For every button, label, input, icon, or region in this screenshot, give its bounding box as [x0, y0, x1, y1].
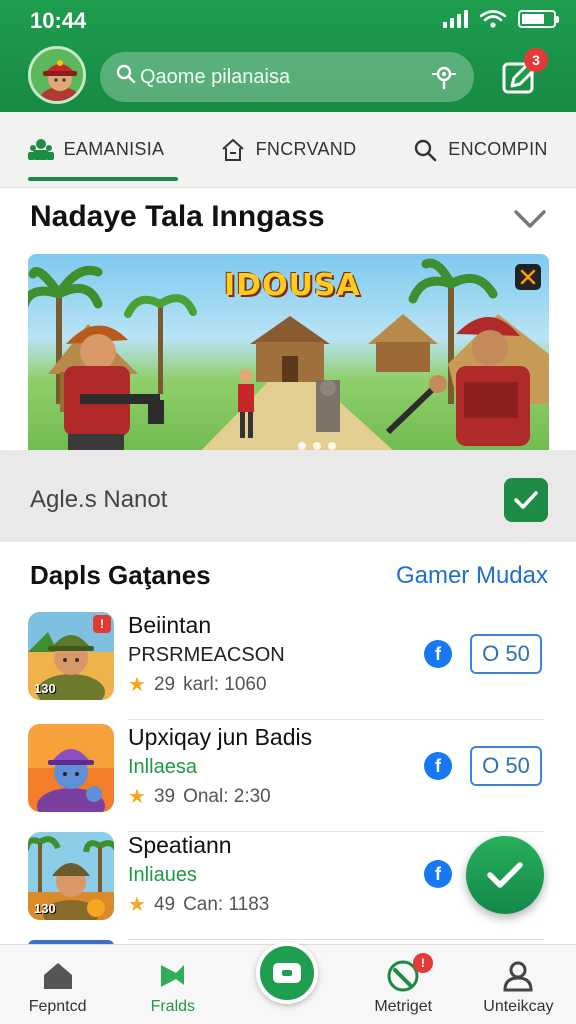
- check-icon: [487, 862, 523, 888]
- star-icon: ★: [128, 894, 146, 916]
- nav-label: Fralds: [150, 998, 196, 1015]
- status-bar: 10:44: [0, 0, 576, 40]
- game-rating: 49: [153, 893, 176, 915]
- tab-bar: EAMANISIA FNCRVAND ENCOMPIN: [0, 112, 576, 188]
- tab-fncrvand[interactable]: FNCRVAND: [192, 112, 384, 187]
- featured-card[interactable]: IDOUSA Agle.s Nanot: [0, 254, 576, 542]
- house-icon: [221, 138, 244, 161]
- game-name: Speatiann: [128, 832, 232, 858]
- game-meta: ★ 39 Onal: 2:30: [128, 784, 271, 809]
- people-icon: [27, 138, 54, 160]
- nav-badge: !: [412, 953, 433, 973]
- status-icons: [443, 10, 559, 28]
- search-icon: [116, 64, 136, 90]
- game-name: Beiintan: [128, 612, 212, 638]
- tab-label: EAMANISIA: [63, 139, 165, 159]
- list-title: Dapls Gaţanes: [30, 560, 211, 590]
- game-subtitle: Inliaues: [128, 864, 197, 886]
- facebook-icon[interactable]: f: [424, 640, 452, 668]
- game-meta: ★ 49 Can: 1183: [128, 892, 269, 917]
- game-thumbnail: [28, 724, 114, 812]
- flag-icon: [160, 965, 184, 989]
- divider: [128, 719, 544, 720]
- compose-button[interactable]: 3: [498, 48, 548, 100]
- confirm-button[interactable]: [504, 478, 548, 522]
- user-icon: [503, 961, 533, 992]
- game-thumbnail: ! 130: [28, 612, 114, 700]
- game-subtitle: Inllaesa: [128, 756, 197, 778]
- tab-label: ENCOMPIN: [448, 139, 548, 159]
- game-name: Upxiqay jun Badis: [128, 724, 313, 750]
- thumbnail-badge: !: [93, 615, 111, 633]
- home-icon: [43, 963, 72, 989]
- search-icon: [415, 139, 437, 161]
- thumbnail-level: 130: [34, 681, 56, 696]
- floating-action-button[interactable]: [466, 836, 544, 914]
- nav-item-unteikcay[interactable]: Unteikcay: [461, 945, 576, 1024]
- game-stat: Onal: 2:30: [183, 785, 271, 807]
- chevron-down-icon[interactable]: [512, 206, 548, 232]
- notification-badge: 3: [524, 48, 548, 72]
- nav-label: Metriget: [374, 998, 433, 1015]
- banner-logo: IDOUSA: [224, 268, 361, 303]
- app-screen: 10:44 Qaome pilanaisa 3 EAMANISIA FNCRVA…: [0, 0, 576, 1024]
- tab-eamanisia[interactable]: EAMANISIA: [0, 112, 192, 187]
- center-play-button[interactable]: [256, 942, 318, 1004]
- game-rating: 39: [153, 785, 176, 807]
- star-icon: ★: [128, 786, 146, 808]
- price-button[interactable]: O 50: [470, 746, 542, 786]
- x-logo-icon[interactable]: [515, 264, 541, 290]
- tab-label: FNCRVAND: [255, 139, 357, 159]
- facebook-icon[interactable]: f: [424, 752, 452, 780]
- battery-icon: [518, 10, 559, 28]
- check-icon: [514, 491, 538, 509]
- featured-title: Nadaye Tala Inngass: [30, 200, 325, 233]
- profile-avatar[interactable]: [28, 46, 86, 104]
- list-see-all-link[interactable]: Gamer Mudax: [396, 562, 548, 590]
- facebook-icon[interactable]: f: [424, 860, 452, 888]
- center-game-icon: [273, 963, 301, 983]
- thumbnail-level: 130: [34, 901, 56, 916]
- game-stat: karl: 1060: [183, 673, 267, 695]
- game-subtitle: PRSRMEACSON: [128, 644, 285, 666]
- game-rating: 29: [153, 673, 176, 695]
- game-thumbnail: 130: [28, 832, 114, 920]
- game-stat: Can: 1183: [183, 893, 270, 915]
- signal-icon: [443, 10, 468, 28]
- nav-item-home[interactable]: Fepntcd: [0, 945, 115, 1024]
- game-meta: ★ 29 karl: 1060: [128, 672, 267, 697]
- divider: [128, 939, 544, 940]
- price-button[interactable]: O 50: [470, 634, 542, 674]
- featured-footer-label: Agle.s Nanot: [30, 486, 168, 513]
- app-header: 10:44 Qaome pilanaisa 3: [0, 0, 576, 112]
- nav-label: Unteikcay: [483, 998, 554, 1015]
- nav-item-fralds[interactable]: Fralds: [115, 945, 230, 1024]
- wifi-icon: [480, 10, 506, 28]
- tab-encompin[interactable]: ENCOMPIN: [384, 112, 576, 187]
- location-pin-icon[interactable]: [430, 63, 458, 91]
- status-time: 10:44: [30, 8, 87, 33]
- nav-item-metriget[interactable]: ! Metriget: [346, 945, 461, 1024]
- search-bar[interactable]: Qaome pilanaisa: [100, 52, 474, 102]
- list-item[interactable]: Upxiqay jun Badis Inllaesa ★ 39 Onal: 2:…: [28, 724, 544, 832]
- list-item[interactable]: ! 130 Beiintan PRSRMEACSON ★ 29 karl: 10…: [28, 612, 544, 720]
- featured-banner[interactable]: IDOUSA: [28, 254, 549, 464]
- nav-label: Fepntcd: [28, 998, 87, 1015]
- star-icon: ★: [128, 674, 146, 696]
- featured-footer: Agle.s Nanot: [0, 450, 576, 542]
- search-input[interactable]: Qaome pilanaisa: [140, 66, 430, 89]
- carousel-dots[interactable]: [298, 442, 336, 450]
